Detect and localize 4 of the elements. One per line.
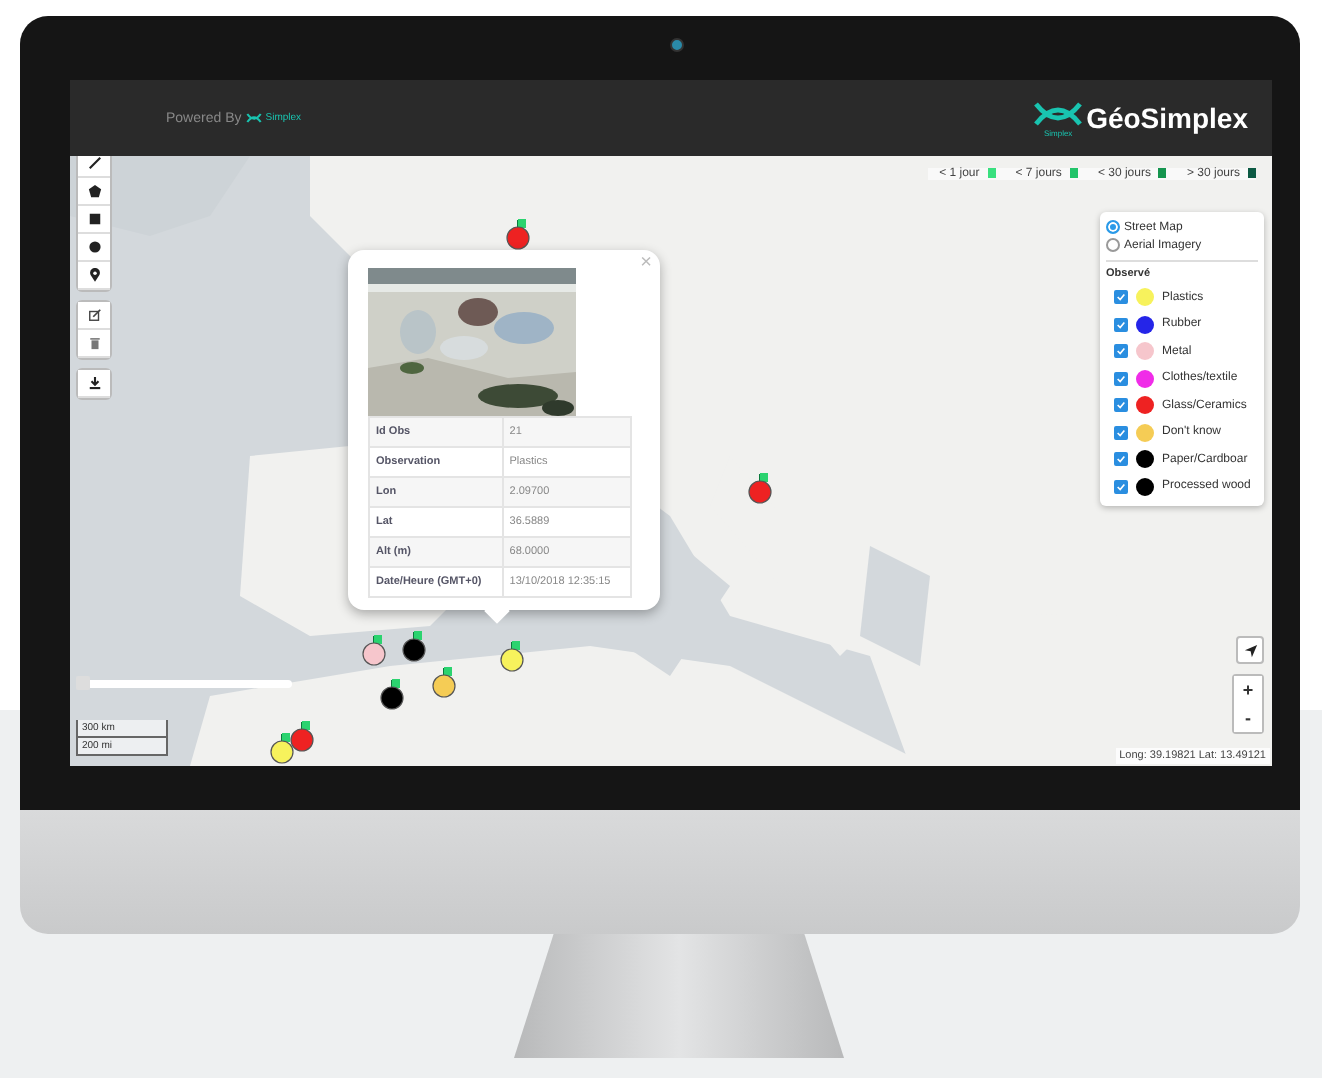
brand-name: GéoSimplex: [1086, 102, 1248, 134]
camera-icon: [670, 38, 684, 52]
logo-icon: [1034, 99, 1083, 127]
logo-icon: [245, 112, 262, 124]
